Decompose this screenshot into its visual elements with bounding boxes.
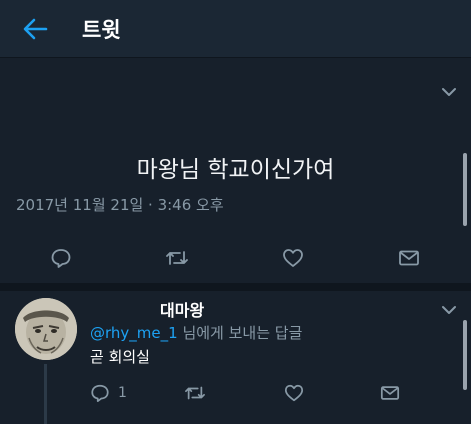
like-button[interactable] (282, 243, 304, 273)
chevron-down-icon[interactable] (442, 305, 456, 315)
like-button[interactable] (284, 378, 304, 408)
reply-action-bar: 1 (0, 378, 471, 408)
section-divider (0, 283, 471, 291)
scrollbar[interactable] (463, 153, 467, 226)
reply-text: 곧 회의실 (90, 348, 150, 366)
arrow-left-icon (23, 18, 48, 40)
retweet-button[interactable] (165, 243, 189, 273)
top-bar: 트윗 (0, 0, 471, 58)
page-title: 트윗 (82, 18, 121, 42)
retweet-icon (185, 386, 205, 400)
reply-icon (51, 249, 71, 268)
heart-icon (283, 249, 303, 267)
envelope-icon (399, 250, 419, 266)
reply-display-name[interactable]: 대마왕 (160, 297, 204, 321)
tweet-text: 마왕님 학교이신가여 (136, 157, 335, 183)
heart-icon (284, 384, 304, 402)
envelope-icon (380, 386, 400, 400)
chevron-down-icon[interactable] (442, 87, 456, 97)
reply-icon (91, 384, 109, 403)
retweet-button[interactable] (184, 378, 206, 408)
retweet-icon (166, 251, 188, 265)
mention-link[interactable]: @rhy_me_1 (90, 324, 178, 342)
message-button[interactable] (398, 243, 420, 273)
reply-count: 1 (118, 385, 127, 401)
back-button[interactable] (22, 17, 48, 41)
avatar[interactable] (15, 298, 77, 360)
tweet-timestamp: 2017년 11월 21일 · 3:46 오후 (16, 196, 224, 214)
replying-to-label: 님에게 보내는 답글 (177, 324, 303, 342)
message-button[interactable] (380, 378, 400, 408)
reply-button[interactable]: 1 (90, 378, 127, 408)
tweet-action-bar (0, 243, 471, 273)
avatar-image (15, 298, 77, 360)
replying-to-line: @rhy_me_1 님에게 보내는 답글 (90, 322, 302, 343)
reply-button[interactable] (50, 243, 72, 273)
